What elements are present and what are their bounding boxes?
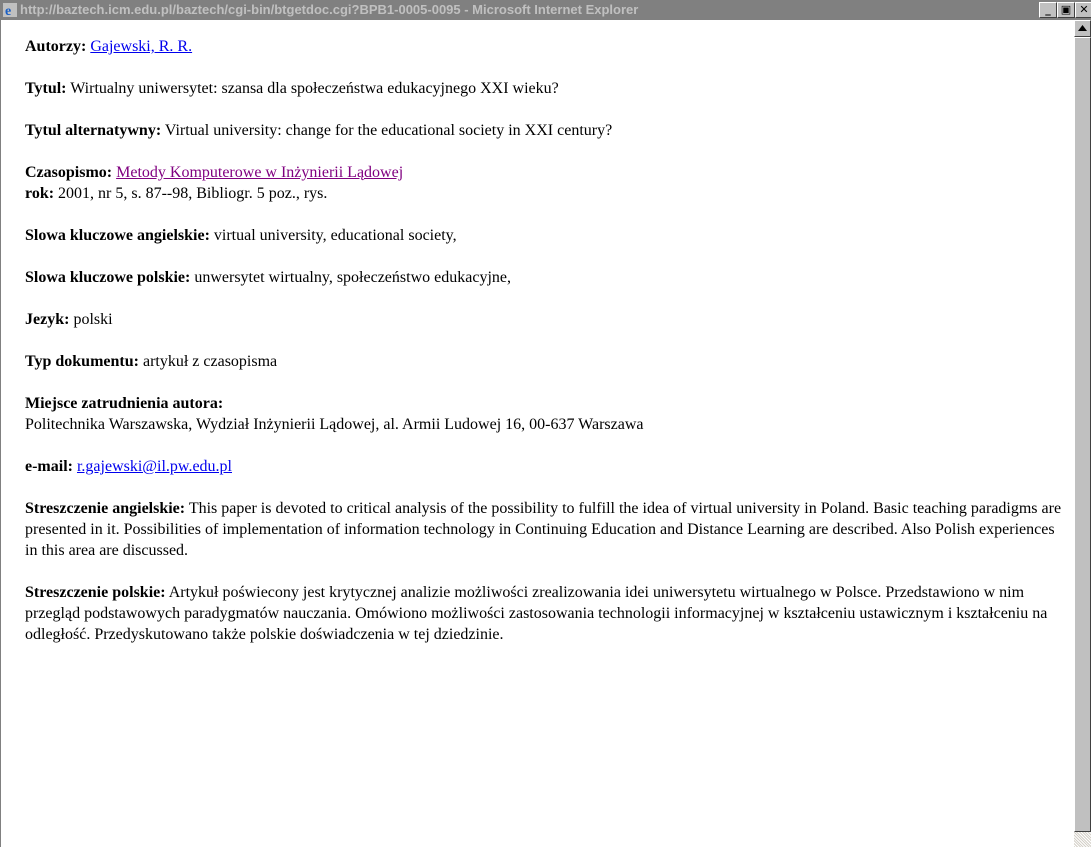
alt-title-row: Tytul alternatywny: Virtual university: … xyxy=(25,120,1074,141)
year-value: 2001, nr 5, s. 87--98, Bibliogr. 5 poz.,… xyxy=(58,185,328,202)
vertical-scrollbar[interactable] xyxy=(1074,20,1091,847)
journal-row: Czasopismo: Metody Komputerowe w Inżynie… xyxy=(25,162,1074,204)
keywords-pl-label: Slowa kluczowe polskie: xyxy=(25,269,191,286)
abstract-pl-value: Artykuł poświecony jest krytycznej anali… xyxy=(25,584,1048,643)
keywords-pl-row: Slowa kluczowe polskie: unwersytet wirtu… xyxy=(25,267,1074,288)
scroll-up-button[interactable] xyxy=(1074,20,1091,37)
keywords-pl-value: unwersytet wirtualny, społeczeństwo eduk… xyxy=(194,269,511,286)
affiliation-value: Politechnika Warszawska, Wydział Inżynie… xyxy=(25,416,644,433)
window-title: http://baztech.icm.edu.pl/baztech/cgi-bi… xyxy=(20,2,639,17)
abstract-en-label: Streszczenie angielskie: xyxy=(25,500,186,517)
keywords-en-label: Slowa kluczowe angielskie: xyxy=(25,227,210,244)
arrow-up-icon xyxy=(1078,25,1087,31)
title-row: Tytul: Wirtualny uniwersytet: szansa dla… xyxy=(25,78,1074,99)
document-content: Autorzy: Gajewski, R. R. Tytul: Wirtualn… xyxy=(0,20,1074,847)
journal-link[interactable]: Metody Komputerowe w Inżynierii Lądowej xyxy=(116,164,403,181)
scrollbar-thumb[interactable] xyxy=(1074,37,1091,832)
alt-title-value: Virtual university: change for the educa… xyxy=(164,122,613,139)
title-label: Tytul: xyxy=(25,80,67,97)
title-value: Wirtualny uniwersytet: szansa dla społec… xyxy=(70,80,559,97)
email-link[interactable]: r.gajewski@il.pw.edu.pl xyxy=(77,458,232,475)
doctype-label: Typ dokumentu: xyxy=(25,353,139,370)
language-row: Jezyk: polski xyxy=(25,309,1074,330)
authors-label: Autorzy: xyxy=(25,38,87,55)
author-link[interactable]: Gajewski, R. R. xyxy=(90,38,192,55)
close-button[interactable]: ✕ xyxy=(1075,2,1091,18)
minimize-button[interactable]: _ xyxy=(1039,2,1057,18)
internet-explorer-icon: e xyxy=(2,2,18,19)
authors-row: Autorzy: Gajewski, R. R. xyxy=(25,36,1074,57)
svg-text:e: e xyxy=(5,4,11,18)
abstract-pl-row: Streszczenie polskie: Artykuł poświecony… xyxy=(25,582,1065,645)
affiliation-label: Miejsce zatrudnienia autora: xyxy=(25,395,224,412)
window-title-bar[interactable]: e http://baztech.icm.edu.pl/baztech/cgi-… xyxy=(0,0,1091,20)
abstract-en-row: Streszczenie angielskie: This paper is d… xyxy=(25,498,1065,561)
doctype-row: Typ dokumentu: artykuł z czasopisma xyxy=(25,351,1074,372)
keywords-en-value: virtual university, educational society, xyxy=(213,227,457,244)
email-row: e-mail: r.gajewski@il.pw.edu.pl xyxy=(25,456,1074,477)
year-label: rok: xyxy=(25,185,55,202)
keywords-en-row: Slowa kluczowe angielskie: virtual unive… xyxy=(25,225,1074,246)
journal-label: Czasopismo: xyxy=(25,164,113,181)
abstract-pl-label: Streszczenie polskie: xyxy=(25,584,166,601)
alt-title-label: Tytul alternatywny: xyxy=(25,122,162,139)
language-label: Jezyk: xyxy=(25,311,70,328)
language-value: polski xyxy=(73,311,113,328)
maximize-button[interactable]: ▣ xyxy=(1057,2,1075,18)
affiliation-row: Miejsce zatrudnienia autora: Politechnika… xyxy=(25,393,1074,435)
doctype-value: artykuł z czasopisma xyxy=(142,353,278,370)
email-label: e-mail: xyxy=(25,458,73,475)
